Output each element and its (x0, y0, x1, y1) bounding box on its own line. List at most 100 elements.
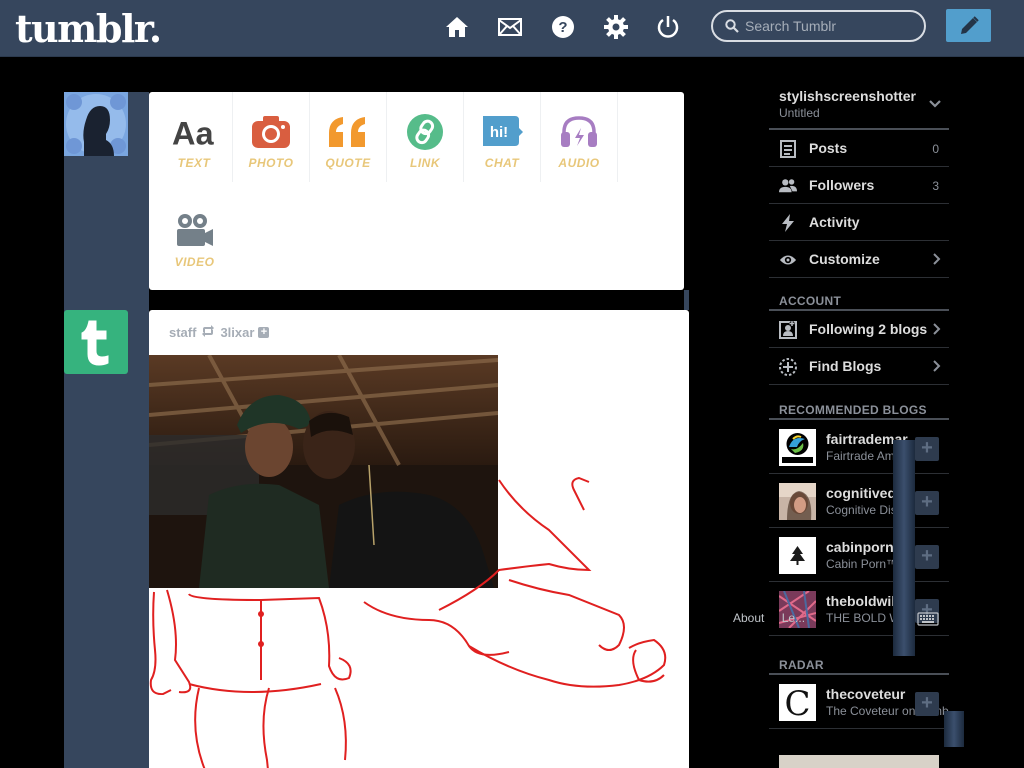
sidebar-item-label: Activity (809, 214, 860, 230)
svg-text:Aa: Aa (172, 115, 214, 150)
recommended-blog[interactable]: fairtrademar Fairtrade Ame + (769, 420, 949, 474)
plus-icon[interactable]: + (258, 327, 270, 338)
post-type-label: VIDEO (174, 255, 215, 269)
chevron-right-icon (933, 323, 941, 335)
staff-avatar[interactable] (64, 310, 128, 374)
eye-icon (779, 251, 797, 269)
sidebar-item-label: Posts (809, 140, 848, 156)
chat-icon: hi! (480, 110, 524, 154)
dashboard-post: staff 3lixar + (149, 310, 689, 768)
link-icon (403, 110, 447, 154)
user-avatar[interactable] (64, 92, 128, 156)
svg-text:?: ? (558, 19, 567, 36)
compass-icon (779, 358, 797, 376)
sidebar-item-customize[interactable]: Customize (769, 241, 949, 278)
follow-plus-button[interactable]: + (915, 437, 939, 461)
headphones-icon (557, 110, 601, 154)
post-type-label: PHOTO (248, 156, 294, 170)
search-box[interactable] (711, 10, 926, 42)
radar-blog-desc: The Coveteur on Tumb (826, 704, 949, 718)
default-silhouette-avatar (64, 92, 128, 156)
post-type-quote[interactable]: QUOTE (310, 92, 387, 182)
pencil-icon (960, 15, 979, 34)
post-type-label: AUDIO (558, 156, 600, 170)
sidebar-item-find-blogs[interactable]: Find Blogs (769, 348, 949, 385)
post-type-text[interactable]: Aa TEXT (156, 92, 233, 182)
sidebar-item-activity[interactable]: Activity (769, 204, 949, 241)
camera-icon (249, 110, 293, 154)
keyboard-icon[interactable] (917, 612, 939, 626)
reblog-icon (201, 325, 215, 340)
sidebar-item-label: Customize (809, 251, 880, 267)
blog-title: Untitled (779, 106, 820, 120)
help-icon[interactable]: ? (550, 13, 576, 41)
post-type-chat[interactable]: hi! CHAT (464, 92, 541, 182)
post-author-link[interactable]: staff (169, 325, 196, 340)
follow-plus-button[interactable]: + (915, 491, 939, 515)
post-type-photo[interactable]: PHOTO (233, 92, 310, 182)
compose-button[interactable] (946, 9, 991, 42)
blog-name: stylishscreenshotter (779, 88, 916, 104)
svg-text:C: C (784, 684, 810, 721)
quote-icon (326, 110, 370, 154)
power-icon[interactable] (655, 13, 681, 41)
gear-icon[interactable] (603, 13, 629, 41)
tumblr-t-logo-icon (81, 320, 109, 366)
post-type-label: TEXT (177, 156, 211, 170)
radar-post-thumbnail[interactable] (779, 755, 939, 768)
search-icon (725, 19, 739, 33)
dashboard-rail-edge (684, 290, 689, 310)
top-nav-bar: tumblr. ? (0, 0, 1024, 57)
thecoveteur-logo: C (779, 684, 816, 721)
tumblr-logo[interactable]: tumblr. (15, 6, 162, 51)
posts-icon (779, 140, 797, 158)
text-aa-icon: Aa (172, 110, 216, 154)
lightning-icon (779, 214, 797, 232)
recommended-blog[interactable]: cabinporn Cabin Porn™ + (769, 528, 949, 582)
fairtrade-logo (779, 429, 816, 466)
post-type-label: CHAT (484, 156, 520, 170)
svg-text:hi!: hi! (490, 124, 508, 141)
home-icon[interactable] (444, 13, 470, 41)
sidebar-item-label: Find Blogs (809, 358, 882, 374)
sidebar-item-count: 0 (932, 142, 939, 156)
section-heading-recommended: RECOMMENDED BLOGS (769, 391, 949, 420)
sidebar-item-label: Followers (809, 177, 875, 193)
cognitivedis-avatar (779, 483, 816, 520)
sidebar-item-followers[interactable]: Followers 3 (769, 167, 949, 204)
followers-icon (779, 177, 797, 195)
post-type-label: LINK (410, 156, 440, 170)
sidebar-item-label: Following 2 blogs (809, 321, 928, 337)
post-type-audio[interactable]: AUDIO (541, 92, 618, 182)
section-heading-radar: RADAR (769, 646, 949, 675)
recommended-blog[interactable]: theboldwill THE BOLD W + (769, 582, 949, 636)
following-icon (779, 321, 797, 339)
post-header: staff 3lixar + (169, 325, 270, 340)
radar-blog[interactable]: C thecoveteur The Coveteur on Tumb + (769, 675, 949, 729)
footer-links: About Le... (733, 611, 819, 625)
footer-link-legal[interactable]: Le... (782, 611, 805, 625)
blog-switcher[interactable]: stylishscreenshotter Untitled (769, 80, 949, 130)
sidebar: stylishscreenshotter Untitled Posts 0 Fo… (769, 80, 949, 729)
post-type-video[interactable]: VIDEO (156, 191, 233, 281)
cabinporn-tree-logo (779, 537, 816, 574)
search-input[interactable] (745, 17, 915, 35)
follow-plus-button[interactable]: + (915, 545, 939, 569)
post-type-link[interactable]: LINK (387, 92, 464, 182)
sidebar-item-posts[interactable]: Posts 0 (769, 130, 949, 167)
video-camera-icon (173, 209, 217, 253)
chevron-right-icon (933, 253, 941, 265)
post-composer: Aa TEXT PHOTO QUOTE LINK hi! CHAT AUDIO (149, 92, 684, 290)
dashboard-rail (64, 92, 149, 768)
post-type-label: QUOTE (325, 156, 371, 170)
recommended-blog[interactable]: cognitivedis Cognitive Diss + (769, 474, 949, 528)
follow-plus-button[interactable]: + (915, 692, 939, 716)
render-glitch-bar (944, 711, 964, 747)
sidebar-item-following[interactable]: Following 2 blogs (769, 311, 949, 348)
footer-link-about[interactable]: About (733, 611, 764, 625)
sidebar-item-count: 3 (932, 179, 939, 193)
section-heading-account: ACCOUNT (769, 282, 949, 311)
mail-icon[interactable] (497, 13, 523, 41)
reblogged-from-link[interactable]: 3lixar (220, 325, 254, 340)
chevron-right-icon (933, 360, 941, 372)
